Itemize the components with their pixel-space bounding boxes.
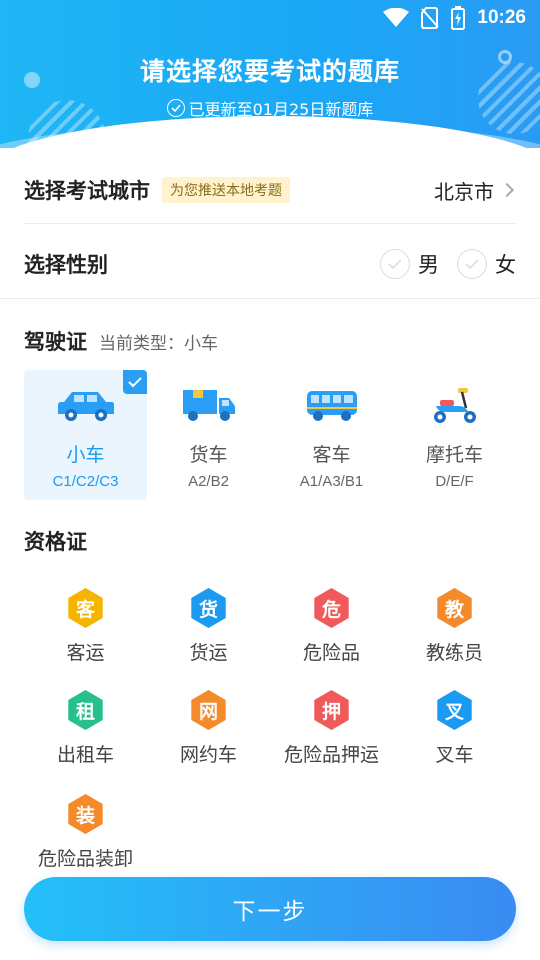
license-name: 客车	[312, 444, 351, 466]
car-icon	[56, 386, 116, 426]
qualification-label: 危险品	[302, 642, 360, 664]
qualification-item-forklift[interactable]: 叉 叉车	[393, 690, 516, 780]
ride-hailing-badge-icon: 网	[191, 690, 226, 730]
license-name: 摩托车	[425, 444, 483, 466]
license-name: 小车	[66, 444, 105, 466]
city-value: 北京市	[434, 179, 494, 204]
qualification-label: 客运	[66, 642, 105, 664]
license-item-truck[interactable]: 货车 A2/B2	[147, 370, 270, 500]
license-code: C1/C2/C3	[52, 473, 119, 490]
update-note: 已更新至01月25日新题库	[0, 96, 540, 120]
update-note-text: 已更新至01月25日新题库	[188, 100, 374, 119]
gender-option-female[interactable]: 女	[457, 249, 516, 279]
license-item-bus[interactable]: 客车 A1/A3/B1	[270, 370, 393, 500]
qualification-label: 网约车	[179, 744, 237, 766]
taxi-badge-icon: 租	[68, 690, 103, 730]
status-bar: 10:26	[383, 0, 540, 36]
next-button[interactable]: 下一步	[24, 877, 516, 941]
gender-label: 选择性别	[24, 253, 108, 277]
truck-icon	[181, 386, 237, 426]
license-name: 货车	[189, 444, 228, 466]
page-title: 请选择您要考试的题库	[139, 57, 400, 86]
gender-selector: 选择性别 男 女	[24, 236, 516, 292]
qualification-item-freight[interactable]: 货 货运	[147, 588, 270, 678]
local-tag: 为您推送本地考题	[162, 177, 290, 203]
divider	[24, 223, 516, 224]
qualification-section-title: 资格证	[24, 530, 87, 554]
qualification-label: 危险品押运	[283, 744, 379, 766]
check-circle-icon	[457, 249, 487, 279]
header-banner: 10:26 请选择您要考试的题库 已更新至01月25日新题库	[0, 0, 540, 148]
instructor-badge-icon: 教	[437, 588, 472, 628]
chevron-right-icon	[499, 182, 515, 198]
hazmat-loading-badge-icon: 装	[68, 794, 103, 834]
passenger-badge-icon: 客	[68, 588, 103, 628]
qualification-label: 叉车	[435, 744, 474, 766]
forklift-badge-icon: 叉	[437, 690, 472, 730]
qualification-section-header: 资格证	[24, 526, 87, 556]
bus-icon	[305, 386, 359, 426]
city-label: 选择考试城市	[24, 179, 150, 203]
city-selector[interactable]: 选择考试城市 为您推送本地考题 北京市	[24, 162, 516, 218]
check-circle-icon	[380, 249, 410, 279]
license-item-motorcycle[interactable]: 摩托车 D/E/F	[393, 370, 516, 500]
freight-badge-icon: 货	[191, 588, 226, 628]
license-code: A1/A3/B1	[299, 473, 364, 490]
license-item-car[interactable]: 小车 C1/C2/C3	[24, 370, 147, 500]
license-code: D/E/F	[435, 473, 474, 490]
qualification-label: 危险品装卸	[37, 848, 133, 870]
wifi-icon	[383, 8, 410, 28]
license-section-title: 驾驶证	[24, 330, 87, 354]
qualification-item-taxi[interactable]: 租 出租车	[24, 690, 147, 780]
qualification-item-instructor[interactable]: 教 教练员	[393, 588, 516, 678]
hazmat-escort-badge-icon: 押	[314, 690, 349, 730]
qualification-item-passenger[interactable]: 客 客运	[24, 588, 147, 678]
qualification-item-hazmat-escort[interactable]: 押 危险品押运	[270, 690, 393, 780]
check-circle-icon	[166, 99, 185, 117]
current-type-label: 当前类型：小车	[99, 334, 218, 354]
license-code: A2/B2	[188, 473, 229, 490]
license-grid: 小车 C1/C2/C3 货车 A2/B2 客车 A1/A3/B1 摩托车 D/E…	[24, 370, 516, 500]
gender-option-label: 男	[418, 253, 439, 277]
qualification-item-ride-hailing[interactable]: 网 网约车	[147, 690, 270, 780]
qualification-label: 货运	[189, 642, 228, 664]
qualification-label: 教练员	[425, 642, 483, 664]
qualification-item-hazmat-loading[interactable]: 装 危险品装卸	[24, 794, 147, 884]
status-time: 10:26	[477, 7, 526, 28]
motorcycle-icon	[428, 386, 482, 426]
battery-charging-icon	[451, 6, 466, 30]
divider	[0, 298, 540, 299]
checkmark-icon	[123, 370, 147, 394]
gender-option-label: 女	[495, 253, 516, 277]
gender-option-male[interactable]: 男	[380, 249, 439, 279]
license-section-header: 驾驶证 当前类型：小车	[24, 326, 218, 356]
qualification-label: 出租车	[56, 744, 114, 766]
no-sim-icon	[421, 7, 440, 29]
qualification-item-hazmat[interactable]: 危 危险品	[270, 588, 393, 678]
hazmat-badge-icon: 危	[314, 588, 349, 628]
